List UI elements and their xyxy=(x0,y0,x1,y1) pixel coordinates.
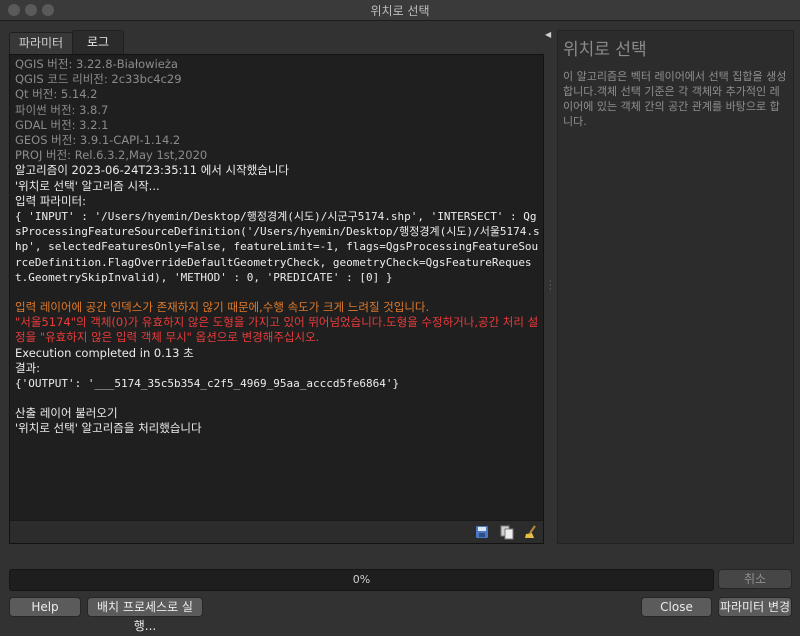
log-line: QGIS 버전: 3.22.8-Białowieża xyxy=(15,57,178,71)
log-panel[interactable]: QGIS 버전: 3.22.8-Białowieża QGIS 코드 리비전: 2… xyxy=(9,54,544,544)
log-line: PROJ 버전: Rel.6.3.2,May 1st,2020 xyxy=(15,148,208,163)
progress-text: 0% xyxy=(352,573,371,586)
help-button[interactable]: Help xyxy=(9,597,81,617)
log-line: QGIS 코드 리비전: 2c33bc4c29 xyxy=(15,72,182,87)
log-line: '위치로 선택' 알고리즘 시작... xyxy=(15,178,160,193)
log-line: 입력 파라미터: xyxy=(15,193,87,208)
cancel-button[interactable]: 취소 xyxy=(718,569,792,589)
splitter-handle[interactable]: · · · xyxy=(549,278,552,294)
window-title: 위치로 선택 xyxy=(370,4,430,18)
save-log-icon[interactable] xyxy=(474,524,490,540)
log-line: 알고리즘이 2023-06-24T23:35:11 에서 시작했습니다 xyxy=(15,163,290,178)
log-line: '위치로 선택' 알고리즘을 처리했습니다 xyxy=(15,421,202,436)
log-text: QGIS 버전: 3.22.8-Białowieża QGIS 코드 리비전: 2… xyxy=(15,57,540,437)
close-button[interactable]: Close xyxy=(641,597,712,617)
batch-process-button[interactable]: 배치 프로세스로 실행... xyxy=(87,597,203,633)
help-title: 위치로 선택 xyxy=(563,40,647,60)
log-toolbar xyxy=(10,520,543,543)
copy-log-icon[interactable] xyxy=(499,524,515,540)
log-line: Execution completed in 0.13 초 xyxy=(15,345,194,360)
log-line: 결과: xyxy=(15,360,41,375)
clear-log-icon[interactable] xyxy=(523,524,539,540)
log-line: 입력 레이어에 공간 인덱스가 존재하지 않기 때문에,수행 속도가 크게 느려… xyxy=(15,300,430,315)
log-line: {'OUTPUT': '___5174_35c5b354_c2f5_4969_9… xyxy=(15,377,400,391)
help-panel: 위치로 선택 이 알고리즘은 벡터 레이어에서 선택 집합을 생성합니다.객체 … xyxy=(557,30,794,544)
help-description: 이 알고리즘은 벡터 레이어에서 선택 집합을 생성합니다.객체 선택 기준은 … xyxy=(563,70,787,128)
tab-parameters[interactable]: 파라미터 xyxy=(9,32,73,54)
progress-bar: 0% xyxy=(9,569,714,591)
change-parameters-button[interactable]: 파라미터 변경 xyxy=(718,597,792,617)
log-line: { 'INPUT' : '/Users/hyemin/Desktop/행정경계(… xyxy=(15,210,540,284)
log-line: GEOS 버전: 3.9.1-CAPI-1.14.2 xyxy=(15,133,181,148)
log-line: 산출 레이어 불러오기 xyxy=(15,406,118,421)
title-bar: 위치로 선택 xyxy=(0,0,800,21)
collapse-panel-icon[interactable]: ◀ xyxy=(545,30,551,39)
log-line: "서울5174"의 객체(0)가 유효하지 않은 도형을 가지고 있어 뛰어넘었… xyxy=(15,315,539,345)
log-line: 파이썬 버전: 3.8.7 xyxy=(15,102,109,117)
log-line: GDAL 버전: 3.2.1 xyxy=(15,117,109,132)
log-blank-line xyxy=(15,391,540,406)
log-line: Qt 버전: 5.14.2 xyxy=(15,87,98,102)
tab-log[interactable]: 로그 xyxy=(72,30,124,54)
log-blank-line xyxy=(15,285,540,300)
